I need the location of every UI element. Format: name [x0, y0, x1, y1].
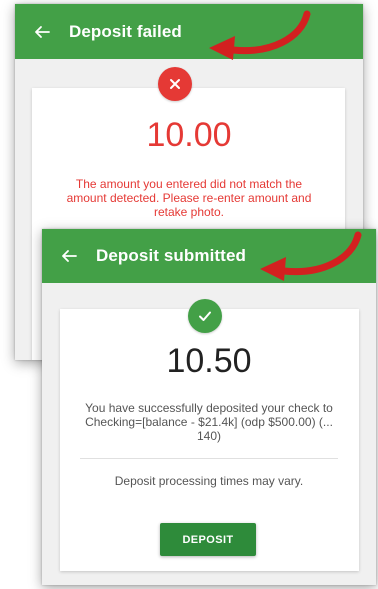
app-bar: Deposit failed — [15, 4, 363, 59]
arrow-left-icon — [35, 25, 50, 38]
error-status-badge — [158, 67, 192, 101]
page-title: Deposit submitted — [96, 246, 246, 265]
failed-amount: 10.00 — [146, 116, 232, 154]
page-title: Deposit failed — [69, 21, 182, 41]
check-icon — [199, 311, 211, 321]
deposit-button[interactable]: DEPOSIT — [160, 523, 256, 556]
back-button[interactable] — [42, 229, 96, 283]
success-status-badge — [188, 299, 222, 333]
divider — [80, 458, 338, 459]
back-button[interactable] — [15, 4, 69, 59]
close-icon — [170, 79, 180, 89]
submitted-amount: 10.50 — [166, 342, 252, 380]
failed-message: The amount you entered did not match the… — [66, 177, 312, 219]
processing-note: Deposit processing times may vary. — [114, 474, 304, 488]
arrow-left-icon — [62, 250, 77, 262]
submitted-message: You have successfully deposited your che… — [85, 401, 333, 443]
app-bar: Deposit submitted — [42, 229, 376, 283]
